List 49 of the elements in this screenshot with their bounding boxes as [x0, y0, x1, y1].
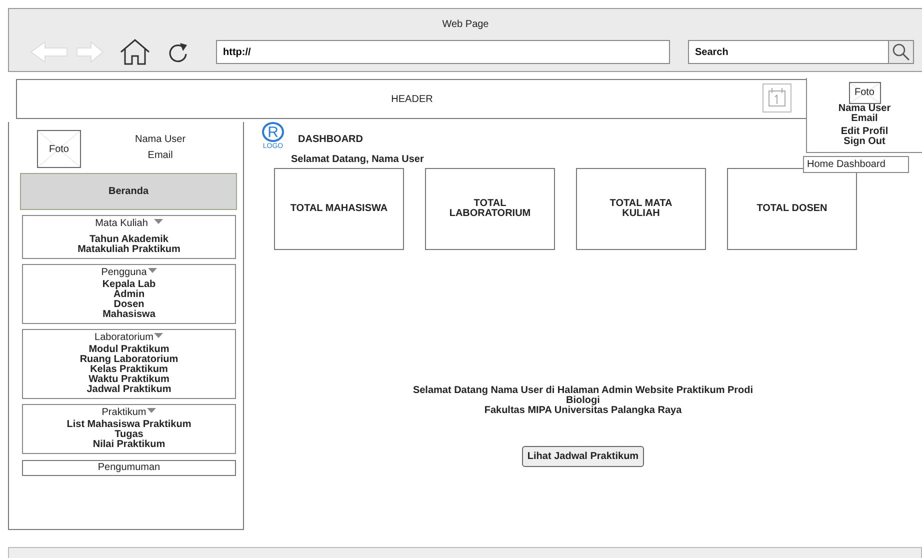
submenu-item[interactable]: Matakuliah Praktikum — [78, 245, 180, 255]
page-title: DASHBOARD — [298, 133, 363, 147]
reload-icon[interactable] — [167, 40, 189, 64]
submenu-item[interactable]: Tugas — [114, 430, 144, 440]
submenu-item[interactable]: Kelas Praktikum — [90, 365, 168, 375]
stat-label: TOTAL LABORATORIUM — [448, 199, 532, 219]
stat-label: TOTAL DOSEN — [756, 204, 828, 214]
submenu-item[interactable]: Admin — [113, 290, 145, 300]
photo-label: Foto — [854, 88, 874, 98]
window-title: Web Page — [441, 18, 490, 31]
submenu-item[interactable]: List Mahasiswa Praktikum — [66, 420, 192, 430]
caret-icon — [147, 408, 156, 414]
sidebar-item[interactable]: Beranda — [20, 173, 237, 210]
profile-menu-item[interactable]: Edit Profil — [840, 127, 888, 137]
photo-label: Foto — [48, 142, 69, 156]
address-field[interactable]: http:// — [216, 40, 670, 64]
schedule-button[interactable]: Lihat Jadwal Praktikum — [522, 446, 644, 467]
submenu-item[interactable]: Dosen — [114, 300, 144, 310]
submenu-item[interactable]: Kepala Lab — [102, 280, 156, 290]
menu-group-toggle[interactable]: Pengguna — [101, 268, 147, 278]
search-field[interactable]: Search — [688, 40, 888, 64]
user-name: Nama User — [838, 104, 891, 114]
user-email: Email — [146, 149, 174, 163]
caret-icon — [148, 268, 157, 274]
submenu-item[interactable]: Tahun Akademik — [90, 235, 168, 245]
welcome-message: Selamat Datang Nama User di Halaman Admin Website Praktikum Prodi Biologi Fakultas MIPA Universitas Palangka Raya — [412, 386, 754, 416]
home-dashboard-link[interactable]: Home Dashboard — [803, 156, 909, 173]
submenu-item[interactable]: Modul Praktikum — [88, 345, 170, 355]
greeting-text: Selamat Datang, Nama User — [291, 154, 424, 166]
sidebar-item[interactable]: Pengumuman — [22, 460, 236, 476]
stat-label: TOTAL MAHASISWA — [290, 204, 388, 214]
user-name: Nama User — [135, 133, 186, 147]
logo-icon: R — [262, 122, 284, 142]
menu-group-toggle[interactable]: Praktikum — [102, 408, 146, 418]
user-email: Email — [851, 114, 878, 124]
submenu-item[interactable]: Mahasiswa — [102, 310, 156, 320]
header-title: HEADER — [391, 92, 433, 106]
caret-icon — [154, 333, 164, 339]
search-button[interactable] — [888, 40, 914, 64]
submenu-item[interactable]: Nilai Praktikum — [92, 440, 166, 450]
submenu-item[interactable]: Waktu Praktikum — [88, 375, 170, 385]
profile-menu-item[interactable]: Sign Out — [844, 137, 886, 147]
submenu-item[interactable]: Ruang Laboratorium — [80, 355, 178, 365]
submenu-item[interactable]: Jadwal Praktikum — [86, 385, 172, 395]
home-icon[interactable] — [119, 38, 151, 66]
menu-group-toggle[interactable]: Laboratorium — [94, 333, 154, 343]
stat-label: TOTAL MATA KULIAH — [608, 199, 674, 219]
caret-icon — [154, 219, 163, 225]
menu-group-toggle[interactable]: Mata Kuliah — [95, 219, 148, 229]
